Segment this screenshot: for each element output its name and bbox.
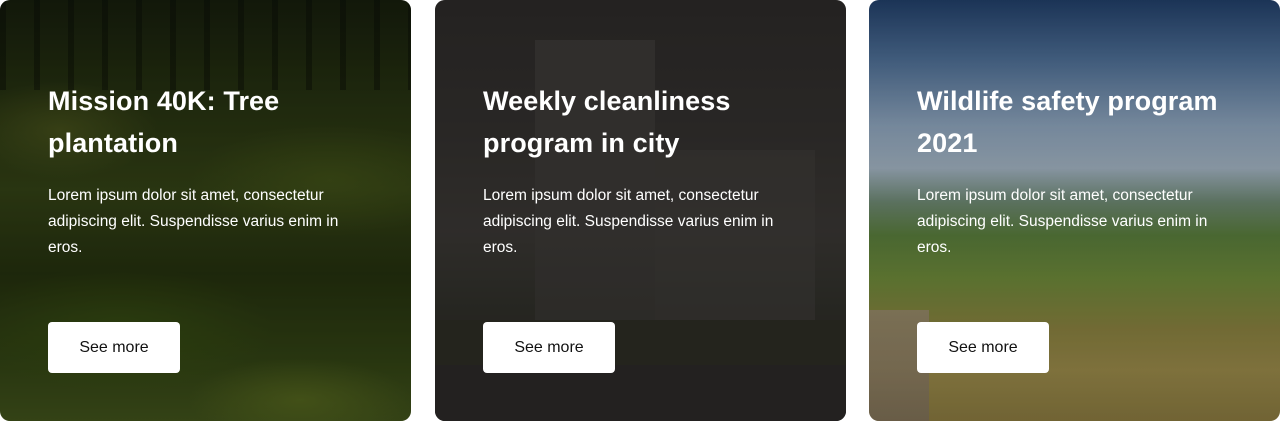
card-title: Wildlife safety program 2021 xyxy=(917,86,1218,158)
program-card-wildlife: Wildlife safety program 2021 Lorem ipsum… xyxy=(869,0,1280,421)
card-content: Mission 40K: Tree plantation Lorem ipsum… xyxy=(48,80,371,261)
card-title: Weekly cleanliness program in city xyxy=(483,86,731,158)
see-more-button[interactable]: See more xyxy=(483,322,615,373)
card-description: Lorem ipsum dolor sit amet, consectetur … xyxy=(48,187,339,256)
program-card-tree-plantation: Mission 40K: Tree plantation Lorem ipsum… xyxy=(0,0,411,421)
card-description: Lorem ipsum dolor sit amet, consectetur … xyxy=(483,187,774,256)
card-content: Weekly cleanliness program in city Lorem… xyxy=(483,80,806,261)
program-cards: Mission 40K: Tree plantation Lorem ipsum… xyxy=(0,0,1280,421)
program-card-cleanliness: Weekly cleanliness program in city Lorem… xyxy=(435,0,846,421)
card-title: Mission 40K: Tree plantation xyxy=(48,86,280,158)
card-description: Lorem ipsum dolor sit amet, consectetur … xyxy=(917,187,1208,256)
see-more-button[interactable]: See more xyxy=(917,322,1049,373)
see-more-button[interactable]: See more xyxy=(48,322,180,373)
card-content: Wildlife safety program 2021 Lorem ipsum… xyxy=(917,80,1240,261)
